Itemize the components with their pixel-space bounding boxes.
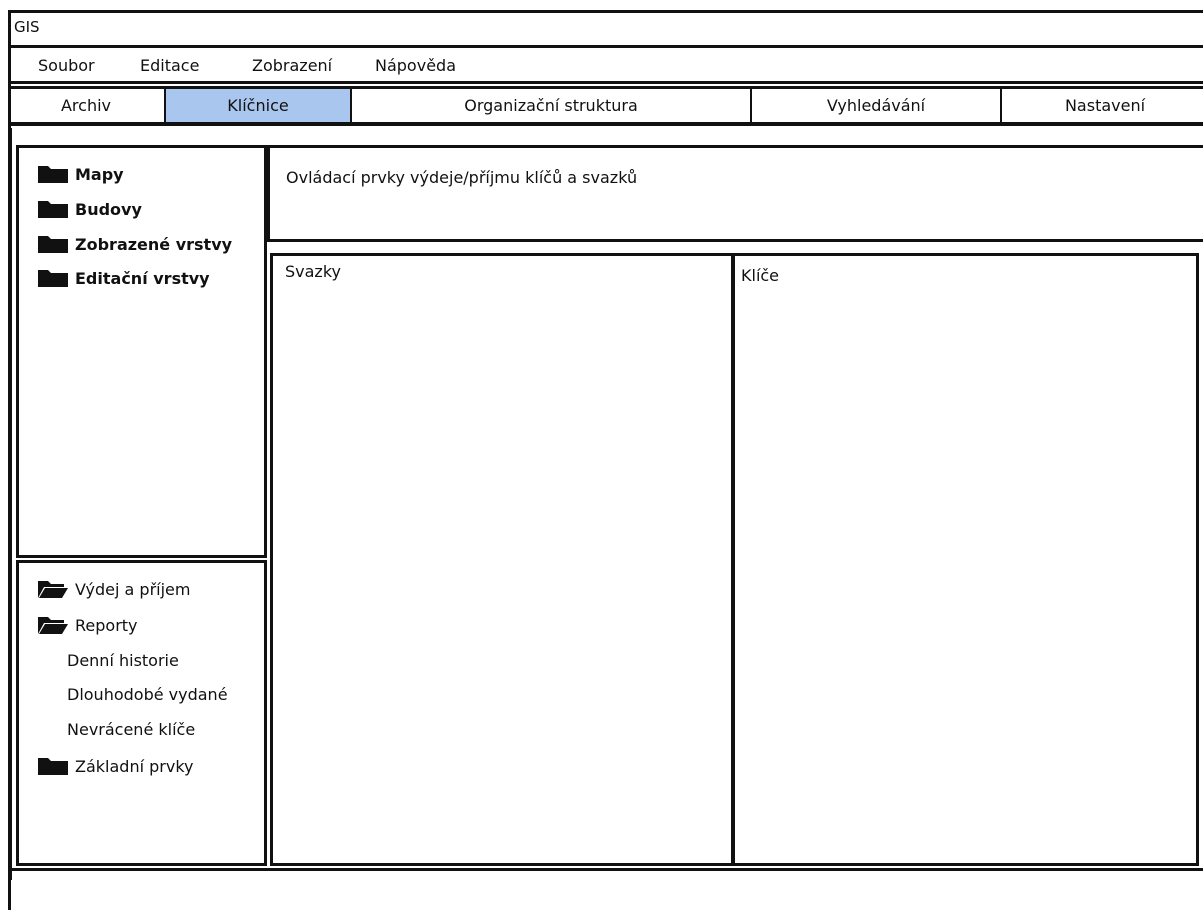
controls-panel-label: Ovládací prvky výdeje/příjmu klíčů a sva…	[286, 168, 638, 187]
window-title: GIS	[14, 18, 40, 36]
tab-label: Klíčnice	[227, 96, 289, 115]
menu-bar: Soubor Editace Zobrazení Nápověda	[8, 48, 1203, 84]
tree-item-reporty[interactable]: Reporty	[37, 615, 138, 635]
folder-open-icon	[37, 615, 69, 635]
menu-item-napoveda[interactable]: Nápověda	[375, 56, 456, 75]
tab-nastaveni[interactable]: Nastavení	[1002, 89, 1203, 122]
tree-item-editacni-vrstvy[interactable]: Editační vrstvy	[37, 268, 210, 288]
tab-vyhledavani[interactable]: Vyhledávání	[752, 89, 1002, 122]
tree-item-nevracene-klice[interactable]: Nevrácené klíče	[67, 720, 195, 739]
menu-item-editace[interactable]: Editace	[140, 56, 199, 75]
folder-closed-icon	[37, 199, 69, 219]
container-bottom-border	[8, 868, 1203, 871]
tree-item-vydej-a-prijem[interactable]: Výdej a příjem	[37, 579, 190, 599]
tab-label: Nastavení	[1064, 96, 1146, 115]
tree-item-denni-historie[interactable]: Denní historie	[67, 651, 179, 670]
tree-item-budovy[interactable]: Budovy	[37, 199, 142, 219]
tree-item-zobrazene-vrstvy[interactable]: Zobrazené vrstvy	[37, 234, 232, 254]
tab-organizacni-struktura[interactable]: Organizační struktura	[352, 89, 752, 122]
controls-panel: Ovládací prvky výdeje/příjmu klíčů a sva…	[267, 145, 1203, 242]
tree-item-zakladni-prvky[interactable]: Základní prvky	[37, 756, 193, 776]
keys-tree-panel: Výdej a příjem Reporty Denní historie Dl…	[16, 560, 267, 866]
title-bar: GIS	[8, 10, 1203, 48]
bundles-panel: Svazky	[270, 253, 734, 866]
layers-tree-panel: Mapy Budovy Zobrazené vrstvy Editační vr…	[16, 145, 267, 558]
folder-open-icon	[37, 579, 69, 599]
folder-closed-icon	[37, 756, 69, 776]
tab-label: Archiv	[60, 96, 112, 115]
tree-item-label: Editační vrstvy	[75, 268, 210, 288]
tab-archiv[interactable]: Archiv	[8, 89, 166, 122]
tree-item-dlouhodobe-vydane[interactable]: Dlouhodobé vydané	[67, 685, 228, 704]
tree-item-label: Zobrazené vrstvy	[75, 234, 233, 254]
tab-klicnice[interactable]: Klíčnice	[166, 89, 352, 122]
folder-closed-icon	[37, 234, 69, 254]
tree-item-label: Základní prvky	[75, 756, 194, 776]
tab-bar: Archiv Klíčnice Organizační struktura Vy…	[8, 86, 1203, 126]
tree-item-label: Reporty	[75, 615, 138, 635]
folder-closed-icon	[37, 268, 69, 288]
tree-item-label: Mapy	[75, 164, 124, 184]
tab-label: Organizační struktura	[464, 96, 638, 115]
folder-closed-icon	[37, 164, 69, 184]
keys-panel: Klíče	[732, 253, 1199, 866]
tree-item-label: Výdej a příjem	[75, 579, 191, 599]
tree-item-label: Budovy	[75, 199, 142, 219]
tree-item-mapy[interactable]: Mapy	[37, 164, 124, 184]
menu-item-zobrazeni[interactable]: Zobrazení	[252, 56, 332, 75]
tab-label: Vyhledávání	[826, 96, 926, 115]
bundles-panel-label: Svazky	[285, 262, 341, 281]
container-border	[8, 128, 12, 880]
menu-item-soubor[interactable]: Soubor	[38, 56, 95, 75]
keys-panel-label: Klíče	[741, 266, 780, 285]
